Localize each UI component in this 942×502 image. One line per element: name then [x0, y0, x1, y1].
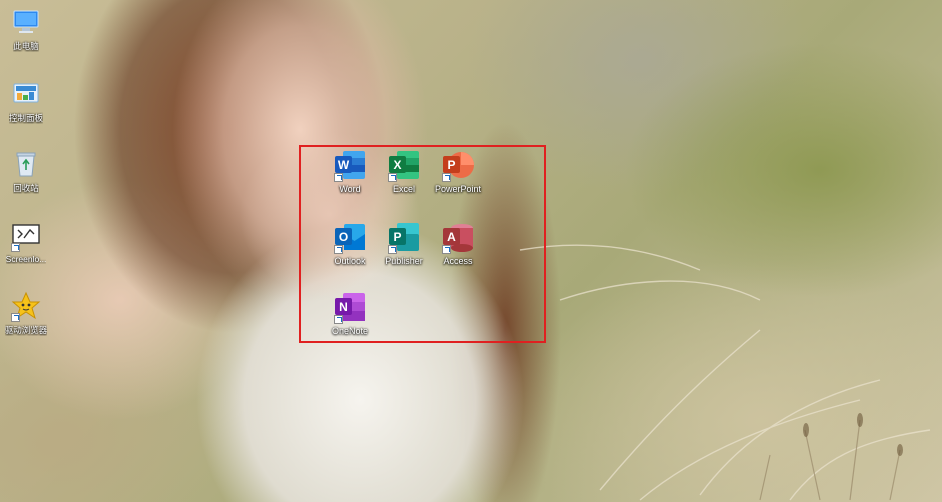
shortcut-arrow-icon [11, 243, 20, 252]
desktop-icon-label: Screenlo... [5, 254, 47, 264]
screen-recorder-icon [10, 220, 42, 252]
desktop-icon-label: 驱动浏览器 [4, 325, 48, 335]
desktop-icon-recycle-bin[interactable]: 回收站 [0, 148, 52, 194]
desktop-icon-screen-recorder[interactable]: Screenlo... [0, 220, 52, 264]
desktop-icon-this-pc[interactable]: 此电脑 [0, 6, 52, 52]
control-panel-icon [10, 78, 42, 110]
shortcut-arrow-icon [11, 313, 20, 322]
desktop-icon-control-panel[interactable]: 控制面板 [0, 78, 52, 124]
desktop-icon-label: 此电脑 [13, 41, 39, 51]
desktop-icon-label: 回收站 [13, 183, 39, 193]
highlight-box [299, 145, 546, 343]
desktop[interactable]: 此电脑 控制面板 回收站 Screenlo... 驱动浏览器 W Word X … [0, 0, 942, 502]
this-pc-icon [10, 6, 42, 38]
recycle-bin-icon [10, 148, 42, 180]
star-browser-icon [10, 290, 42, 322]
desktop-icon-star-browser[interactable]: 驱动浏览器 [0, 290, 52, 336]
desktop-icon-label: 控制面板 [8, 113, 43, 123]
